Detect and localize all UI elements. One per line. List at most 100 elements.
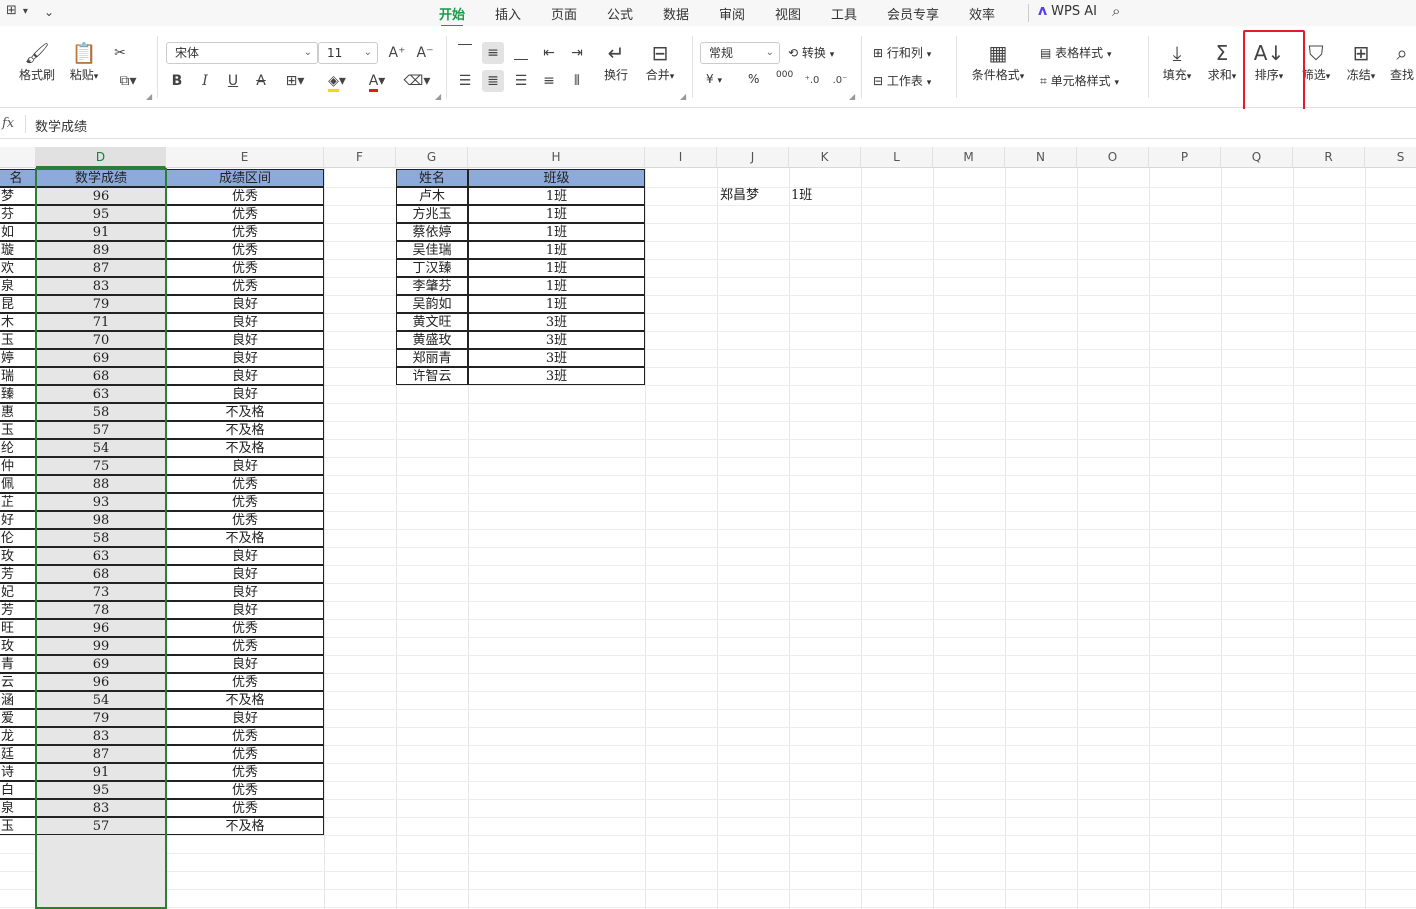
cell-grade-range[interactable]: 不及格	[166, 817, 324, 835]
column-header-h[interactable]: H	[468, 147, 645, 168]
tab-review[interactable]: 审阅	[719, 4, 745, 23]
cell-grade-range[interactable]: 不及格	[166, 421, 324, 439]
cell-math-score[interactable]: 96	[36, 673, 166, 691]
cell-student-name[interactable]: 丁汉臻	[396, 259, 468, 277]
cell-math-score[interactable]: 78	[36, 601, 166, 619]
cell-name[interactable]: 泉	[0, 277, 36, 295]
formula-input[interactable]: 数学成绩	[35, 116, 87, 135]
rows-cols-button[interactable]: ⊞ 行和列 ▾	[873, 44, 931, 61]
column-header-j[interactable]: J	[717, 147, 789, 168]
cell-name[interactable]: 妃	[0, 583, 36, 601]
conditional-format-button[interactable]: ▦ 条件格式▾	[967, 40, 1029, 83]
column-header-g[interactable]: G	[396, 147, 468, 168]
cell-name[interactable]: 玉	[0, 331, 36, 349]
cell-math-score-empty[interactable]	[37, 889, 165, 907]
increase-font-icon[interactable]: A⁺	[386, 42, 408, 64]
cell-name[interactable]: 芷	[0, 493, 36, 511]
cell-class[interactable]: 3班	[468, 349, 645, 367]
cell-grade-range[interactable]: 良好	[166, 313, 324, 331]
cell-name[interactable]: 玫	[0, 637, 36, 655]
cell-header-grade-range[interactable]: 成绩区间	[166, 169, 324, 187]
quick-access[interactable]: ⊞ ▾ ⌄	[6, 3, 54, 21]
freeze-button[interactable]: ⊞ 冻结▾	[1342, 40, 1380, 83]
cell-math-score-empty[interactable]	[37, 871, 165, 889]
cell-student-name[interactable]: 黄文旺	[396, 313, 468, 331]
cell-name[interactable]: 云	[0, 673, 36, 691]
cell-grade-range[interactable]: 良好	[166, 295, 324, 313]
cell-name[interactable]: 玉	[0, 421, 36, 439]
cell-student-name[interactable]: 蔡依婷	[396, 223, 468, 241]
cell-grade-range[interactable]: 良好	[166, 457, 324, 475]
cell-style-button[interactable]: ⌗ 单元格样式 ▾	[1040, 72, 1119, 89]
cell-grade-range[interactable]: 优秀	[166, 187, 324, 205]
cell-name[interactable]: 廷	[0, 745, 36, 763]
cell-math-score[interactable]: 63	[36, 547, 166, 565]
cell-name[interactable]: 昆	[0, 295, 36, 313]
thousands-button[interactable]: 000	[776, 70, 793, 80]
tab-data[interactable]: 数据	[663, 4, 689, 23]
cell-name[interactable]: 佩	[0, 475, 36, 493]
wrap-text-button[interactable]: ↵ 换行	[600, 40, 632, 83]
currency-button[interactable]: ¥ ▾	[706, 72, 722, 86]
cell-math-score[interactable]: 91	[36, 223, 166, 241]
cell-class[interactable]: 1班	[468, 223, 645, 241]
cell-math-score[interactable]: 95	[36, 205, 166, 223]
dialog-launcher-icon[interactable]: ◢	[435, 92, 441, 101]
increase-decimal-icon[interactable]: ⁺.0	[801, 70, 823, 92]
cell-grade-range[interactable]: 良好	[166, 385, 324, 403]
font-name-select[interactable]: 宋体 ⌄	[166, 42, 318, 64]
cell-name[interactable]: 芳	[0, 565, 36, 583]
tab-formula[interactable]: 公式	[607, 4, 633, 23]
cell-student-name[interactable]: 卢木	[396, 187, 468, 205]
cell-name[interactable]: 涵	[0, 691, 36, 709]
font-color-icon[interactable]: A▾	[360, 70, 394, 92]
cell-math-score[interactable]: 93	[36, 493, 166, 511]
cell-grade-range[interactable]: 良好	[166, 565, 324, 583]
cell-name[interactable]: 爱	[0, 709, 36, 727]
border-icon[interactable]: ⊞▾	[279, 70, 311, 92]
cell-class[interactable]: 3班	[468, 367, 645, 385]
cell-grade-range[interactable]: 良好	[166, 547, 324, 565]
cell-grade-range[interactable]: 优秀	[166, 799, 324, 817]
column-header-r[interactable]: R	[1293, 147, 1365, 168]
decrease-font-icon[interactable]: A⁻	[414, 42, 436, 64]
cell-grade-range[interactable]: 不及格	[166, 691, 324, 709]
font-size-select[interactable]: 11 ⌄	[318, 42, 378, 64]
cell-math-score[interactable]: 83	[36, 727, 166, 745]
cell-class[interactable]: 1班	[468, 259, 645, 277]
cell-grade-range[interactable]: 优秀	[166, 241, 324, 259]
cell-math-score[interactable]: 57	[36, 817, 166, 835]
cell-grade-range[interactable]: 良好	[166, 655, 324, 673]
table-style-button[interactable]: ▤ 表格样式 ▾	[1040, 44, 1112, 61]
cell-math-score[interactable]: 71	[36, 313, 166, 331]
cell-grade-range[interactable]: 优秀	[166, 475, 324, 493]
dialog-launcher-icon[interactable]: ◢	[849, 92, 855, 101]
cell-name[interactable]: 伦	[0, 529, 36, 547]
cell-name[interactable]: 泉	[0, 799, 36, 817]
cell-math-score[interactable]: 70	[36, 331, 166, 349]
find-button[interactable]: ⌕ 查找	[1388, 40, 1416, 83]
column-header-i[interactable]: I	[645, 147, 717, 168]
search-icon[interactable]: ⌕	[1112, 2, 1120, 20]
column-header-q[interactable]: Q	[1221, 147, 1293, 168]
tab-insert[interactable]: 插入	[495, 4, 521, 23]
cell-grade-range[interactable]: 良好	[166, 349, 324, 367]
cut-icon[interactable]: ✂	[109, 42, 131, 64]
cell-header-class[interactable]: 班级	[468, 169, 645, 187]
cell-lookup-name[interactable]: 郑昌梦	[720, 187, 759, 205]
cell-grade-range[interactable]: 优秀	[166, 619, 324, 637]
cell-grade-range[interactable]: 优秀	[166, 745, 324, 763]
cell-name[interactable]: 旺	[0, 619, 36, 637]
align-right-icon[interactable]: ☰	[510, 70, 532, 92]
tab-member[interactable]: 会员专享	[887, 4, 939, 23]
align-top-icon[interactable]: ⎺	[454, 40, 476, 62]
cell-name[interactable]: 欢	[0, 259, 36, 277]
cell-math-score[interactable]: 96	[36, 619, 166, 637]
decrease-indent-icon[interactable]: ⇤	[538, 42, 560, 64]
cell-header-name[interactable]: 名	[0, 169, 36, 187]
column-header-d[interactable]: D	[36, 147, 166, 168]
strikethrough-icon[interactable]: A	[250, 70, 272, 92]
clear-format-icon[interactable]: ⌫▾	[400, 70, 434, 92]
cell-math-score[interactable]: 58	[36, 529, 166, 547]
cell-name[interactable]: 白	[0, 781, 36, 799]
